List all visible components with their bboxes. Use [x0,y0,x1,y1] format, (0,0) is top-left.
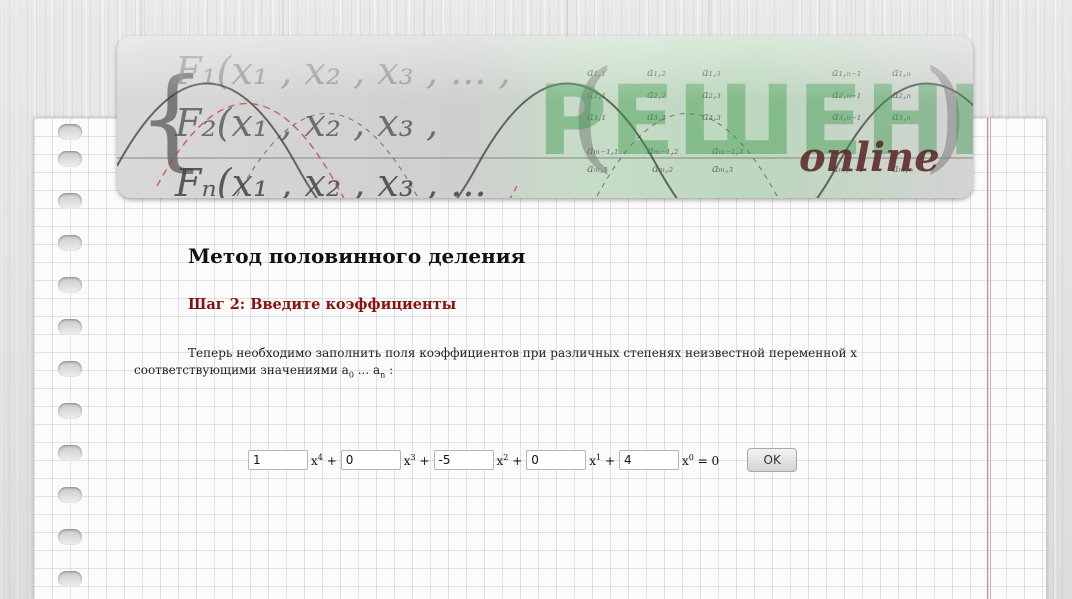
main-content: Метод половинного деления Шаг 2: Введите… [0,0,1072,599]
term-label: x2 + [496,452,523,468]
term-label: x1 + [589,452,615,468]
instructions-main: Теперь необходимо заполнить поля коэффиц… [134,346,858,377]
term-label: x0 = 0 [682,452,720,468]
instructions-text: Теперь необходимо заполнить поля коэффиц… [134,345,964,383]
ok-button[interactable]: OK [747,448,798,472]
instructions-ellipsis: ... a [353,363,381,377]
coefficient-input-x1[interactable] [526,450,587,470]
instructions-end: : [385,363,394,377]
coefficient-input-x4[interactable] [248,450,308,470]
coefficient-equation: x4 + x3 + x2 + x1 + x0 = 0 OK [248,448,798,472]
term-label: x3 + [403,452,430,468]
coefficient-input-x3[interactable] [340,450,401,470]
page-title: Метод половинного деления [188,244,526,268]
coefficient-input-x2[interactable] [433,450,494,470]
coefficient-input-x0[interactable] [619,450,679,470]
step-title: Шаг 2: Введите коэффициенты [188,296,457,313]
term-label: x4 + [311,452,337,468]
